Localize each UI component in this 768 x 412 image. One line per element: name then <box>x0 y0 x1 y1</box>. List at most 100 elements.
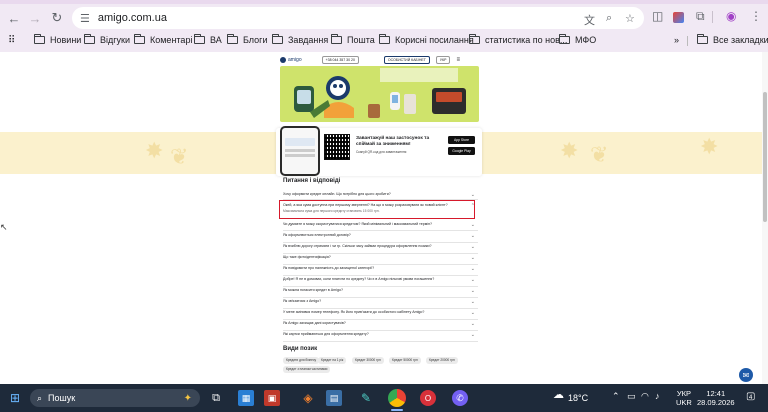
faq-item[interactable]: Як Amigo захищає дані користувачів? ⌄ <box>283 320 478 331</box>
chevron-down-icon: ⌄ <box>470 277 475 283</box>
bookmark-star-icon[interactable]: ☆ <box>625 12 635 25</box>
store-app-icon[interactable]: ▦ <box>238 390 254 406</box>
reload-button[interactable]: ↻ <box>47 8 67 28</box>
scrollbar-thumb[interactable] <box>763 92 767 222</box>
faq-item[interactable]: Як оформлюється електронний договір? ⌄ <box>283 232 478 243</box>
clock[interactable]: 12:41 28.09.2026 <box>697 389 735 407</box>
search-placeholder: Пошук <box>48 393 76 403</box>
address-bar[interactable]: ☰ amigo.com.ua 文 ⌕ ☆ <box>72 7 644 29</box>
faq-item[interactable]: Добре! Я не в домовах, коли платити по к… <box>283 276 478 287</box>
bookmark-folder[interactable]: Новини <box>34 34 81 45</box>
faq-item[interactable]: Чи думаєте я можу скористуватися кредито… <box>283 221 478 231</box>
app-banner-subtitle: Скануй QR-код для завантаження <box>356 150 407 154</box>
folder-icon <box>272 34 283 44</box>
language-select[interactable]: УКР <box>435 56 451 64</box>
menu-kebab-icon[interactable]: ⋮ <box>750 9 762 23</box>
faq-item[interactable]: Як вчиблю дорогу отримати і чи гр. Скіль… <box>283 243 478 254</box>
bookmark-folder[interactable]: статистика по нов... <box>469 34 567 45</box>
mouse-cursor-icon: ↖ <box>0 222 8 232</box>
loan-type-tag[interactable]: Кредит 30000 грн <box>352 357 384 364</box>
volume-icon[interactable]: ♪ <box>655 392 660 401</box>
faq-item[interactable]: У мене змінився номер телефону. Як його … <box>283 309 478 320</box>
weather-temp[interactable]: 18°C <box>568 394 588 403</box>
loan-type-tag[interactable]: Кредит на 1 рік <box>318 357 347 364</box>
pen-app-icon[interactable]: ✎ <box>358 390 374 406</box>
chat-widget-button[interactable]: ✉ <box>739 368 753 382</box>
faq-item[interactable]: Хочу оформити кредит онлайн. Що потрібно… <box>283 191 478 200</box>
bookmarks-bar: ⠿ Новини Відгуки Коментарі ВА Блоги Завд… <box>0 32 768 50</box>
chevron-down-icon: ⌄ <box>470 233 475 239</box>
back-button[interactable]: ← <box>4 8 24 28</box>
bookmarks-divider <box>687 36 688 46</box>
hero-illustration <box>294 68 466 118</box>
translate-icon[interactable]: 文 <box>584 12 595 28</box>
bookmarks-overflow-icon[interactable]: » <box>674 35 679 45</box>
leaf-ornament-icon: ❦ <box>590 142 609 167</box>
forward-arrow-icon: → <box>28 10 42 26</box>
bookmark-folder[interactable]: Відгуки <box>84 34 130 45</box>
bookmark-folder[interactable]: Пошта <box>331 34 375 45</box>
extensions-puzzle-icon[interactable]: ⧉ <box>696 9 705 24</box>
app-promo-card: Завантажуй наш застосунок та спіймай за … <box>276 126 482 176</box>
page-scrollbar[interactable] <box>762 52 768 384</box>
google-play-badge[interactable]: Google Play <box>448 147 475 155</box>
extension-color-icon[interactable] <box>673 12 684 23</box>
notes-app-icon[interactable]: ▤ <box>326 390 342 406</box>
bookmark-folder[interactable]: Блоги <box>227 34 267 45</box>
bookmark-folder[interactable]: Завдання <box>272 34 328 45</box>
chevron-down-icon: ⌄ <box>470 255 475 261</box>
app-banner-title: Завантажуй наш застосунок та спіймай за … <box>356 136 430 147</box>
zoom-icon[interactable]: ⌕ <box>606 12 612 25</box>
task-view-icon[interactable]: ⧉ <box>208 390 224 406</box>
weather-cloud-icon[interactable]: ☁ <box>553 390 564 401</box>
windows-taskbar: ⊞ ⌕ Пошук ✦ ⧉ ▦ ▣ ◈ ▤ ✎ O ✆ ☁ 18°C ⌃ ▭ ◠… <box>0 384 768 412</box>
taskbar-search[interactable]: ⌕ Пошук ✦ <box>30 389 200 407</box>
folder-icon <box>469 34 480 44</box>
viber-icon[interactable]: ✆ <box>452 390 468 406</box>
folder-icon <box>227 34 238 44</box>
copilot-icon[interactable]: ◈ <box>300 390 316 406</box>
faq-item[interactable]: Як повідомити про належність до захищено… <box>283 265 478 276</box>
forward-button[interactable]: → <box>25 8 45 28</box>
bookmark-folder[interactable]: Корисні посилання <box>379 34 474 45</box>
wifi-icon[interactable]: ◠ <box>641 392 649 401</box>
bookmark-folder[interactable]: Коментарі <box>134 34 192 45</box>
loan-type-tag[interactable]: Кредити для бізнесу <box>283 357 320 364</box>
profile-avatar-icon[interactable]: ◉ <box>726 9 736 23</box>
all-bookmarks-folder[interactable]: Все закладки <box>697 34 768 45</box>
chrome-icon[interactable] <box>388 389 406 407</box>
web-page: ↖ amigo +38 044 357 30 20 ОСОБИСТИЙ КАБІ… <box>0 52 762 384</box>
faq-item[interactable]: Як можна погасити кредит в Amigo? ⌄ <box>283 287 478 298</box>
language-indicator[interactable]: УКР UKR <box>676 389 692 407</box>
tab-strip <box>0 0 768 4</box>
loan-type-tag[interactable]: Кредит 50000 грн <box>389 357 421 364</box>
red-app-icon[interactable]: ▣ <box>264 390 280 406</box>
app-store-badge[interactable]: App Store <box>448 136 475 144</box>
back-arrow-icon: ← <box>7 10 21 26</box>
site-logo[interactable]: amigo <box>280 57 302 63</box>
loan-type-tag[interactable]: Кредит 20000 грн <box>426 357 458 364</box>
url-text[interactable]: amigo.com.ua <box>98 12 167 24</box>
phone-mockup <box>280 126 320 176</box>
network-icon[interactable]: ▭ <box>627 392 636 401</box>
phone-button[interactable]: +38 044 357 30 20 <box>321 56 359 64</box>
login-button[interactable]: ОСОБИСТИЙ КАБІНЕТ <box>383 56 430 64</box>
faq-item[interactable]: Які картки приймаються для оформлення кр… <box>283 331 478 342</box>
leaf-ornament-icon: ✸ <box>560 138 579 163</box>
notification-count: 4 <box>749 395 753 401</box>
bookmark-folder[interactable]: МФО <box>559 34 596 45</box>
faq-item[interactable]: Що таке фотоідентифікація? ⌄ <box>283 254 478 265</box>
bookmark-folder[interactable]: ВА <box>194 34 222 45</box>
faq-item[interactable]: Як зв'язатися з Amigo? ⌄ <box>283 298 478 309</box>
opera-icon[interactable]: O <box>420 390 436 406</box>
tray-overflow-icon[interactable]: ⌃ <box>612 392 620 401</box>
hamburger-menu-icon[interactable]: ≡ <box>456 57 460 63</box>
loan-type-tag[interactable]: Кредит з планом частинами <box>283 366 331 373</box>
apps-grid-icon[interactable]: ⠿ <box>8 35 15 46</box>
logo-mark-icon <box>280 57 286 63</box>
site-info-icon[interactable]: ☰ <box>80 12 90 25</box>
start-windows-icon[interactable]: ⊞ <box>7 390 23 406</box>
chevron-down-icon: ⌄ <box>470 244 475 250</box>
leaf-ornament-icon: ❦ <box>170 144 189 169</box>
camera-icon[interactable]: ◫ <box>652 9 663 23</box>
